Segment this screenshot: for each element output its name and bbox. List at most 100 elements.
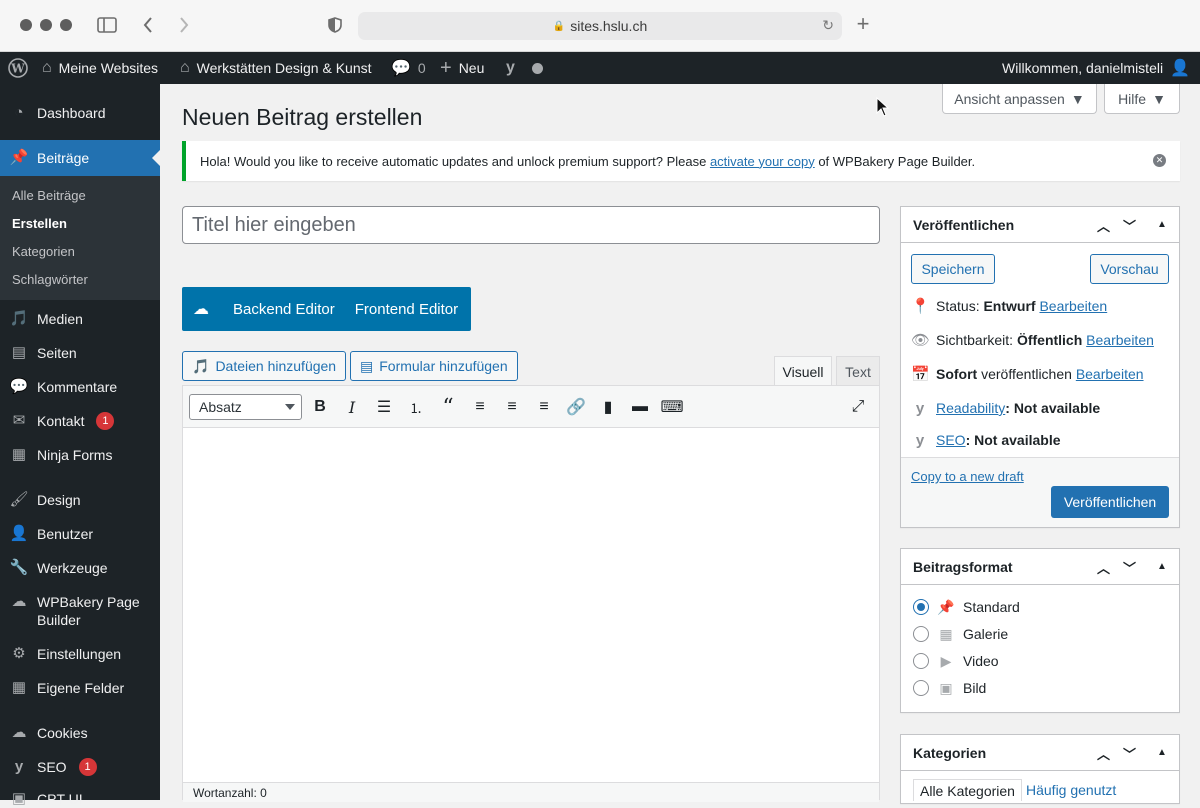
readability-link[interactable]: Readability [936,400,1005,416]
move-down-icon[interactable]: ﹀ [1123,216,1136,235]
sidebar-item-label: Eigene Felder [37,680,125,696]
toolbar-toggle-icon[interactable]: ⌨ [660,396,683,418]
forward-icon[interactable] [176,14,192,36]
user-icon: 👤 [9,525,29,542]
submenu-categories[interactable]: Kategorien [12,244,75,259]
post-title-input[interactable] [182,206,880,244]
dismiss-notice-icon[interactable]: ✕ [1153,154,1166,167]
wpbakery-cloud-icon: ☁ [193,301,209,318]
sidebar-item-media[interactable]: 🎵 Medien [0,310,160,328]
bold-icon[interactable]: B [309,396,331,418]
site-name-link[interactable]: ⌂ Werkstätten Design & Kunst [180,52,372,84]
tab-visual[interactable]: Visuell [774,356,832,387]
numbered-list-icon[interactable]: ⒈ [405,396,427,418]
pages-icon: ▤ [11,344,27,361]
content-editor[interactable]: Absatz B I ☰ ⒈ “ ≡ ≡ ≡ 🔗 ▮ ▬ ⌨ ⤢ Wortanz… [182,385,880,802]
close-window-dot[interactable] [20,19,32,31]
move-up-icon[interactable]: ︿ [1097,558,1110,577]
move-up-icon[interactable]: ︿ [1097,744,1110,763]
sidebar-item-design[interactable]: 🖌 Design [0,491,160,509]
svg-text:W: W [10,62,25,76]
edit-visibility-link[interactable]: Bearbeiten [1086,332,1154,348]
collapse-toggle-icon[interactable]: ▲ [1157,747,1167,758]
sidebar-item-ninja-forms[interactable]: ▦ Ninja Forms [0,446,160,464]
blockquote-icon[interactable]: “ [437,395,459,420]
sidebar-item-custom-fields[interactable]: ▦ Eigene Felder [0,679,160,697]
sidebar-item-cookies[interactable]: ☁ Cookies [0,724,160,742]
align-left-icon[interactable]: ≡ [469,396,491,418]
reload-icon[interactable]: ↻ [822,17,834,34]
edit-status-link[interactable]: Bearbeiten [1039,298,1107,314]
align-right-icon[interactable]: ≡ [533,396,555,418]
preview-button[interactable]: Vorschau [1090,254,1169,284]
sidebar-item-tools[interactable]: 🔧 Werkzeuge [0,559,160,577]
user-account-menu[interactable]: Willkommen, danielmisteli 👤 [1002,52,1190,84]
submenu-all-posts[interactable]: Alle Beiträge [12,188,86,203]
sidebar-item-label: Seiten [37,345,77,361]
format-option-video[interactable]: ▶ Video [913,651,999,671]
radio-button[interactable] [913,653,929,669]
activate-copy-link[interactable]: activate your copy [710,154,815,169]
move-up-icon[interactable]: ︿ [1097,216,1110,235]
yoast-menu[interactable]: y [506,52,543,84]
publish-box-header: Veröffentlichen ︿ ﹀ ▲ [901,207,1179,243]
radio-button[interactable] [913,599,929,615]
format-option-image[interactable]: ▣ Bild [913,678,986,698]
tab-all-categories[interactable]: Alle Kategorien [913,779,1022,801]
link-icon[interactable]: 🔗 [565,396,587,418]
new-content-link[interactable]: + Neu [440,52,484,84]
back-icon[interactable] [140,14,156,36]
read-more-icon[interactable]: ▮ [597,396,619,418]
horizontal-line-icon[interactable]: ▬ [629,396,651,418]
mouse-cursor-icon [876,97,890,117]
submenu-create[interactable]: Erstellen [12,216,67,231]
sidebar-item-contact[interactable]: ✉ Kontakt 1 [0,412,160,430]
bullet-list-icon[interactable]: ☰ [373,396,395,418]
publish-button[interactable]: Veröffentlichen [1051,486,1169,518]
copy-to-new-draft-link[interactable]: Copy to a new draft [911,469,1024,484]
wpbakery-notice: Hola! Would you like to receive automati… [182,141,1180,181]
shield-icon[interactable] [326,14,344,36]
add-form-button[interactable]: ▤ Formular hinzufügen [350,351,518,381]
my-sites-link[interactable]: ⌂ Meine Websites [42,52,158,84]
backend-editor-button[interactable]: Backend Editor [233,301,335,318]
submenu-tags[interactable]: Schlagwörter [12,272,88,287]
sidebar-item-settings[interactable]: ⚙ Einstellungen [0,645,160,663]
tab-popular-categories[interactable]: Häufig genutzt [1020,779,1122,801]
comments-link[interactable]: 💬 0 [391,52,426,84]
minimize-window-dot[interactable] [40,19,52,31]
sidebar-item-posts[interactable]: 📌 Beiträge [0,140,160,176]
url-bar[interactable]: 🔒 sites.hslu.ch ↻ [358,12,842,40]
seo-link[interactable]: SEO [936,432,966,448]
sidebar-item-pages[interactable]: ▤ Seiten [0,344,160,362]
collapse-toggle-icon[interactable]: ▲ [1157,561,1167,572]
format-option-standard[interactable]: 📌 Standard [913,597,1020,617]
radio-button[interactable] [913,626,929,642]
sidebar-item-users[interactable]: 👤 Benutzer [0,525,160,543]
format-option-gallery[interactable]: ▦ Galerie [913,624,1008,644]
move-down-icon[interactable]: ﹀ [1123,558,1136,577]
sidebar-toggle-icon[interactable] [96,14,118,36]
move-down-icon[interactable]: ﹀ [1123,744,1136,763]
paragraph-format-select[interactable]: Absatz [189,394,302,420]
collapse-toggle-icon[interactable]: ▲ [1157,219,1167,230]
sidebar-item-wpbakery[interactable]: ☁ WPBakery Page Builder [0,593,150,629]
italic-icon[interactable]: I [341,396,363,418]
align-center-icon[interactable]: ≡ [501,396,523,418]
save-draft-button[interactable]: Speichern [911,254,995,284]
wordpress-logo-icon[interactable]: W [8,52,28,84]
fullscreen-icon[interactable]: ⤢ [847,396,869,418]
sidebar-item-dashboard[interactable]: ◔ Dashboard [0,104,160,122]
sidebar-item-seo[interactable]: y SEO 1 [0,758,160,776]
edit-schedule-link[interactable]: Bearbeiten [1076,366,1144,382]
radio-button[interactable] [913,680,929,696]
screen-options-button[interactable]: Ansicht anpassen ▼ [942,84,1097,114]
sidebar-item-cpt-ui[interactable]: ▣ CPT UI [0,790,160,808]
help-button[interactable]: Hilfe ▼ [1104,84,1180,114]
frontend-editor-button[interactable]: Frontend Editor [355,301,458,318]
tab-text[interactable]: Text [836,356,880,386]
add-media-button[interactable]: 🎵 Dateien hinzufügen [182,351,347,381]
new-tab-icon[interactable]: + [854,11,872,36]
sidebar-item-comments[interactable]: 💬 Kommentare [0,378,160,396]
zoom-window-dot[interactable] [60,19,72,31]
